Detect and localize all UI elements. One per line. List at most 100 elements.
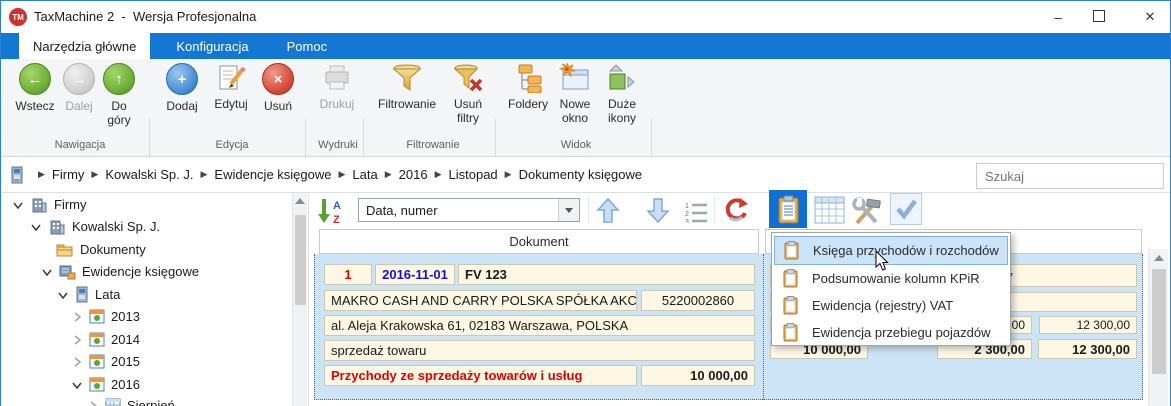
doc-description-cell[interactable]: sprzedaż towaru — [324, 340, 755, 361]
group-label-filtrowanie: Filtrowanie — [406, 139, 460, 151]
doc-category: Przychody ze sprzedaży towarów i usług — [331, 368, 583, 383]
doc-category-amount-cell[interactable]: 10 000,00 — [641, 365, 755, 386]
refresh-icon[interactable] — [722, 196, 750, 226]
chevron-right-icon[interactable] — [72, 312, 82, 322]
move-down-icon[interactable] — [646, 197, 670, 225]
clear-filters-button[interactable]: Usuń filtry — [445, 63, 491, 125]
print-button[interactable]: Drukuj — [313, 63, 361, 111]
chevron-down-icon[interactable] — [72, 380, 82, 390]
doc-ordinal-cell[interactable]: 1 — [324, 264, 372, 285]
chevron-right-icon[interactable] — [88, 401, 98, 406]
tree-scrollbar[interactable] — [292, 193, 307, 406]
doc-address-cell[interactable]: al. Aleja Krakowska 61, 02183 Warszawa, … — [324, 315, 755, 336]
doc-number-cell[interactable]: FV 123 — [458, 264, 755, 285]
chevron-right-icon[interactable] — [72, 335, 82, 345]
tree-item-label: 2014 — [111, 332, 140, 347]
tree-item-2015[interactable]: 2015 — [1, 352, 291, 372]
up-button[interactable]: ↑ Do góry — [99, 63, 139, 127]
chevron-down-icon[interactable] — [13, 200, 23, 210]
toolbar-separator — [588, 196, 589, 224]
numbered-list-icon[interactable]: 1 2 3 — [684, 201, 708, 223]
scrollbar-thumb[interactable] — [1152, 269, 1166, 374]
breadcrumb-item[interactable]: Ewidencje księgowe — [214, 167, 331, 182]
tab-narzedzia-glowne[interactable]: Narzędzia główne — [19, 33, 151, 59]
kpir-views-button[interactable] — [769, 190, 807, 228]
tree-item-2014[interactable]: 2014 — [1, 330, 291, 350]
verify-button[interactable] — [890, 193, 922, 225]
minimize-button[interactable]: – — [1047, 7, 1069, 27]
sort-az-icon[interactable]: A Z — [315, 197, 347, 225]
add-label: Dodaj — [166, 99, 198, 113]
doc-category-cell[interactable]: Przychody ze sprzedaży towarów i usług — [324, 365, 637, 386]
tree-item-dokumenty[interactable]: Dokumenty — [1, 240, 291, 260]
company-icon — [32, 198, 47, 213]
search-input[interactable] — [976, 163, 1164, 189]
back-label: Wstecz — [15, 99, 55, 113]
breadcrumb-root-icon — [11, 166, 23, 184]
forward-button[interactable]: → Dalej — [59, 63, 99, 113]
doc-contractor-cell[interactable]: MAKRO CASH AND CARRY POLSKA SPÓŁKA AKCYJ… — [324, 290, 637, 311]
breadcrumb-item[interactable]: Listopad — [449, 167, 498, 182]
add-icon: + — [166, 63, 198, 95]
tree-item-2016[interactable]: 2016 — [1, 375, 291, 395]
breadcrumb-item[interactable]: Dokumenty księgowe — [519, 167, 643, 182]
tree-item-2013[interactable]: 2013 — [1, 307, 291, 327]
document-row[interactable]: 1 2016-11-01 FV 123 MAKRO CASH AND CARRY… — [314, 254, 1143, 400]
large-icons-button[interactable]: Duże ikony — [599, 63, 645, 125]
tab-konfiguracja[interactable]: Konfiguracja — [162, 33, 262, 59]
company-icon — [50, 220, 65, 235]
menu-item-vat[interactable]: Ewidencja (rejestry) VAT — [774, 292, 1008, 319]
edit-button[interactable]: Edytuj — [207, 63, 255, 111]
filter-button[interactable]: Filtrowanie — [371, 63, 443, 111]
menu-item-pojazdy[interactable]: Ewidencja przebiegu pojazdów — [774, 319, 1008, 346]
tools-icon[interactable] — [850, 196, 883, 226]
sort-combobox[interactable]: Data, numer — [358, 198, 580, 222]
delete-button[interactable]: × Usuń — [255, 63, 301, 113]
folders-button[interactable]: Foldery — [503, 63, 553, 111]
close-button[interactable]: ✕ — [1139, 7, 1161, 27]
tree-item-label: 2013 — [111, 309, 140, 324]
doc-nip-cell[interactable]: 5220002860 — [641, 290, 755, 311]
breadcrumb-item[interactable]: Firmy — [52, 167, 85, 182]
add-button[interactable]: + Dodaj — [159, 63, 205, 113]
tree-item-label: Kowalski Sp. J. — [72, 219, 161, 234]
chevron-down-icon[interactable] — [42, 267, 52, 277]
menu-item-ksiega[interactable]: Księga przychodów i rozchodów — [774, 236, 1008, 265]
menu-item-podsumowanie[interactable]: Podsumowanie kolumn KPiR — [774, 265, 1008, 292]
chevron-down-icon[interactable] — [31, 222, 41, 232]
tree-item-lata[interactable]: Lata — [1, 285, 291, 305]
svg-text:3: 3 — [685, 219, 689, 223]
large-icons-icon — [608, 64, 635, 90]
new-window-button[interactable]: Nowe okno — [553, 63, 597, 125]
tree-item-kowalski[interactable]: Kowalski Sp. J. — [1, 217, 291, 237]
doc-date-cell[interactable]: 2016-11-01 — [375, 264, 455, 285]
new-window-label: Nowe okno — [559, 97, 591, 125]
back-button[interactable]: ← Wstecz — [11, 63, 59, 113]
breadcrumb-item[interactable]: Lata — [352, 167, 377, 182]
document-column-header[interactable]: Dokument — [319, 229, 759, 254]
scroll-up-icon[interactable] — [1154, 255, 1164, 261]
document-header-label: Dokument — [509, 234, 569, 249]
tree-item-ewidencje[interactable]: Ewidencje księgowe — [1, 262, 291, 282]
chevron-down-icon[interactable] — [58, 290, 68, 300]
combobox-dropdown-button[interactable] — [558, 199, 579, 221]
month-table-icon — [105, 398, 121, 406]
breadcrumb-item[interactable]: 2016 — [399, 167, 428, 182]
tab-pomoc[interactable]: Pomoc — [273, 33, 341, 59]
breadcrumb-item[interactable]: Kowalski Sp. J. — [105, 167, 193, 182]
clear-filters-icon — [453, 64, 483, 92]
edit-label: Edytuj — [214, 97, 248, 111]
tree-item-label: 2016 — [111, 377, 140, 392]
clipboard-icon — [783, 296, 798, 315]
kpir-gross: 12 300,00 — [1076, 318, 1130, 332]
table-view-icon[interactable] — [814, 196, 845, 224]
tree-item-sierpien[interactable]: Sierpień — [1, 397, 291, 406]
chevron-right-icon[interactable] — [72, 357, 82, 367]
move-up-icon[interactable] — [596, 197, 620, 225]
scrollbar-thumb[interactable] — [295, 215, 306, 305]
scroll-up-icon[interactable] — [295, 198, 305, 204]
delete-label: Usuń — [263, 99, 292, 113]
content-scrollbar[interactable] — [1148, 249, 1168, 406]
tree-item-firmy[interactable]: Firmy — [1, 195, 291, 215]
maximize-button[interactable] — [1093, 10, 1105, 22]
